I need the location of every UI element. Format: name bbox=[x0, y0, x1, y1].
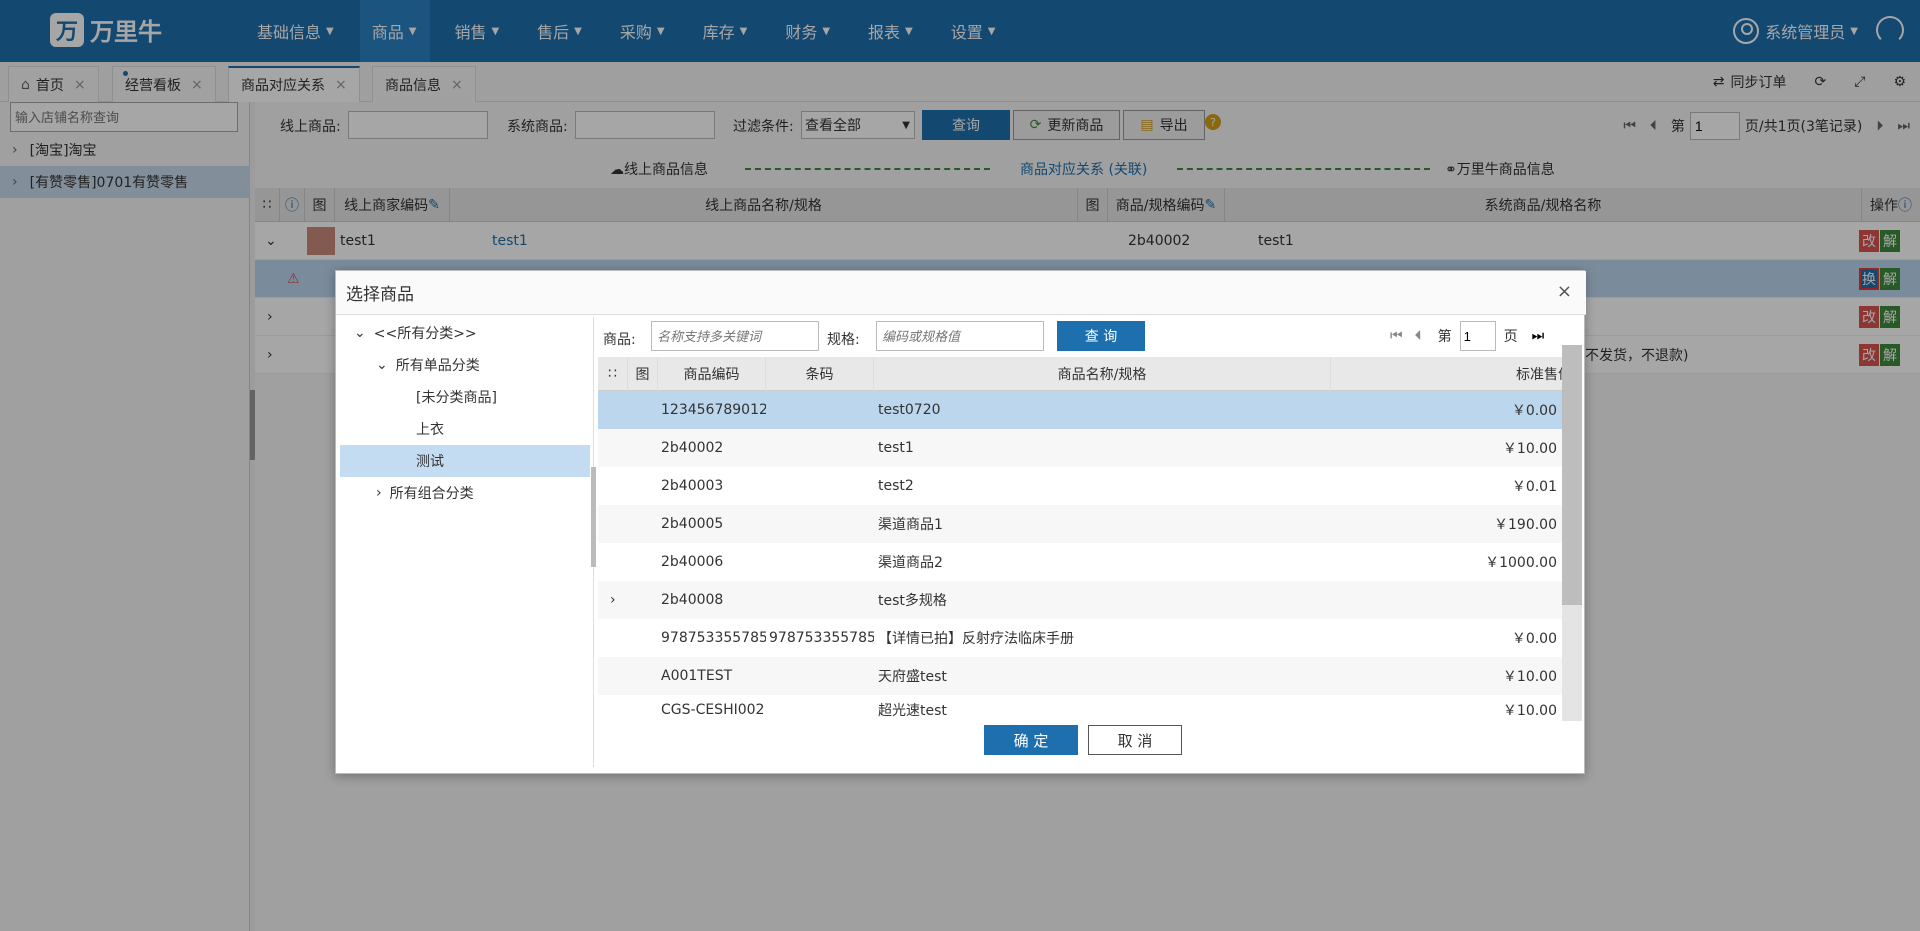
goods-picker: 商品: 规格: 查 询 ⏮ ⏴ 第 页 ⏭ ∷ 图 商品编码 条码 商品名称/规… bbox=[598, 317, 1582, 767]
goods-price bbox=[1331, 581, 1557, 619]
goods-code: 9787533557850 bbox=[661, 630, 766, 646]
pager-suffix: 页 bbox=[1503, 329, 1518, 345]
list-item[interactable]: 2b40002 test1 ￥10.00 bbox=[598, 429, 1582, 467]
first-page-icon[interactable]: ⏮ bbox=[1390, 328, 1403, 344]
cancel-button[interactable]: 取 消 bbox=[1088, 725, 1182, 755]
dialog-scrollbar[interactable] bbox=[1562, 345, 1582, 721]
goods-name: test多规格 bbox=[878, 593, 947, 609]
prev-page-icon[interactable]: ⏴ bbox=[1415, 328, 1422, 344]
goods-code: A001TEST bbox=[661, 668, 733, 684]
pager-prefix: 第 bbox=[1437, 329, 1452, 345]
goods-barcode: 9787533557850 bbox=[769, 630, 874, 646]
goods-search-input[interactable] bbox=[651, 321, 819, 351]
goods-price: ￥0.01 bbox=[1511, 479, 1557, 495]
col-price: 标准售价 bbox=[1516, 367, 1572, 383]
list-item[interactable]: 9787533557850 9787533557850 【详情已拍】反射疗法临床… bbox=[598, 619, 1582, 657]
goods-name: 渠道商品1 bbox=[878, 517, 943, 533]
dialog-query-button[interactable]: 查 询 bbox=[1057, 321, 1145, 351]
goods-price: ￥10.00 bbox=[1502, 441, 1557, 457]
list-item[interactable]: A001TEST 天府盛test ￥10.00 bbox=[598, 657, 1582, 695]
dialog-title-bar: 选择商品 × bbox=[336, 271, 1586, 315]
goods-price: ￥1000.00 bbox=[1485, 555, 1557, 571]
list-item[interactable]: CGS-CESHI002 超光速test ￥10.00 bbox=[598, 695, 1582, 725]
goods-code: 2b40003 bbox=[661, 478, 724, 494]
col-barcode: 条码 bbox=[766, 357, 874, 391]
goods-code: 123456789012345 bbox=[661, 402, 766, 418]
chevron-right-icon[interactable]: › bbox=[610, 581, 616, 619]
dialog-page-input[interactable] bbox=[1459, 321, 1496, 351]
chevron-right-icon: › bbox=[376, 485, 382, 501]
col-pic: 图 bbox=[628, 357, 658, 391]
goods-code: 2b40005 bbox=[661, 516, 724, 532]
spec-search-input[interactable] bbox=[876, 321, 1044, 351]
goods-price: ￥0.00 bbox=[1511, 403, 1557, 419]
tree-node-combo[interactable]: › 所有组合分类 bbox=[376, 477, 474, 509]
list-item[interactable]: 2b40003 test2 ￥0.01 bbox=[598, 467, 1582, 505]
list-item[interactable]: 2b40006 渠道商品2 ￥1000.00 bbox=[598, 543, 1582, 581]
goods-search-label: 商品: bbox=[603, 332, 636, 348]
col-code: 商品编码 bbox=[658, 357, 766, 391]
goods-name: 渠道商品2 bbox=[878, 555, 943, 571]
list-item[interactable]: 2b40005 渠道商品1 ￥190.00 bbox=[598, 505, 1582, 543]
goods-name: test1 bbox=[878, 440, 914, 456]
goods-code: CGS-CESHI002 bbox=[661, 702, 765, 718]
tree-node-all[interactable]: ⌄ <<所有分类>> bbox=[354, 317, 477, 349]
tree-label: <<所有分类>> bbox=[373, 326, 477, 342]
dialog-pager: ⏮ ⏴ 第 页 ⏭ bbox=[1390, 321, 1544, 351]
tree-node-uncategorized[interactable]: [未分类商品] bbox=[416, 381, 497, 413]
confirm-button[interactable]: 确 定 bbox=[984, 725, 1078, 755]
goods-name: 超光速test bbox=[878, 703, 947, 719]
col-name: 商品名称/规格 bbox=[874, 357, 1331, 391]
chevron-down-icon: ⌄ bbox=[354, 325, 366, 341]
tree-node-tops[interactable]: 上衣 bbox=[416, 413, 444, 445]
tree-label: 所有单品分类 bbox=[395, 358, 480, 374]
dialog-grid-header: ∷ 图 商品编码 条码 商品名称/规格 标准售价 bbox=[598, 357, 1582, 391]
goods-code: 2b40006 bbox=[661, 554, 724, 570]
tree-node-single[interactable]: ⌄ 所有单品分类 bbox=[376, 349, 480, 381]
goods-name: test0720 bbox=[878, 402, 941, 418]
chevron-down-icon: ⌄ bbox=[376, 357, 388, 373]
goods-code: 2b40008 bbox=[661, 592, 724, 608]
list-item[interactable]: 123456789012345 test0720 ￥0.00 bbox=[598, 391, 1582, 429]
tree-scrollbar[interactable] bbox=[591, 467, 596, 567]
tree-label: 所有组合分类 bbox=[389, 486, 474, 502]
tree-node-test[interactable]: 测试 bbox=[340, 445, 590, 477]
dialog-title: 选择商品 bbox=[346, 285, 414, 305]
goods-name: test2 bbox=[878, 478, 914, 494]
list-item[interactable]: › 2b40008 test多规格 bbox=[598, 581, 1582, 619]
category-tree: ⌄ <<所有分类>> ⌄ 所有单品分类 [未分类商品] 上衣 测试 › 所有组合分类 bbox=[340, 317, 594, 767]
goods-name: 【详情已拍】反射疗法临床手册 bbox=[878, 631, 1074, 647]
goods-price: ￥10.00 bbox=[1502, 669, 1557, 685]
goods-price: ￥190.00 bbox=[1494, 517, 1557, 533]
select-goods-dialog: 选择商品 × ⌄ <<所有分类>> ⌄ 所有单品分类 [未分类商品] 上衣 测试 ›… bbox=[335, 270, 1586, 774]
scrollbar-thumb[interactable] bbox=[1562, 345, 1582, 605]
close-icon[interactable]: × bbox=[1557, 281, 1572, 302]
grid-menu-icon[interactable]: ∷ bbox=[598, 357, 628, 391]
goods-name: 天府盛test bbox=[878, 669, 947, 685]
goods-price: ￥10.00 bbox=[1502, 703, 1557, 719]
spec-search-label: 规格: bbox=[827, 332, 860, 348]
goods-price: ￥0.00 bbox=[1511, 631, 1557, 647]
last-page-icon[interactable]: ⏭ bbox=[1532, 328, 1545, 344]
goods-code: 2b40002 bbox=[661, 440, 724, 456]
